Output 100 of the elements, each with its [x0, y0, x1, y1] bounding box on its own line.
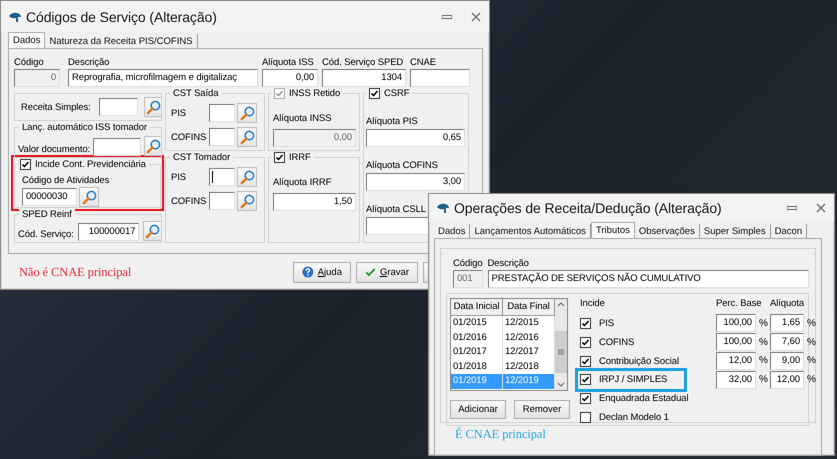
input-field[interactable]: 32,00: [716, 370, 756, 389]
checkbox[interactable]: [20, 159, 31, 170]
input-field[interactable]: [209, 168, 235, 186]
input-field[interactable]: 100,00: [716, 314, 756, 332]
field-label: Código de Atividades: [22, 174, 110, 187]
remove-button[interactable]: Remover: [514, 400, 570, 419]
checkbox[interactable]: [274, 152, 285, 163]
help-button[interactable]: Ajuda: [293, 262, 351, 282]
scroll-up-icon[interactable]: [557, 302, 565, 307]
field-label: Alíquota ISS: [262, 56, 315, 69]
app-icon: [8, 10, 22, 22]
input-field[interactable]: PRESTAÇÃO DE SERVIÇOS NÃO CUMULATIVO: [488, 270, 809, 288]
close-icon[interactable]: [816, 203, 826, 213]
tab[interactable]: Dados: [434, 224, 470, 238]
tab[interactable]: Dados: [8, 32, 46, 48]
input-field[interactable]: 00000030: [22, 188, 77, 206]
input-field[interactable]: 1,65: [770, 314, 804, 332]
checkbox-label: Incide Cont. Previdenciária: [35, 158, 146, 171]
minimize-icon[interactable]: [442, 14, 452, 18]
field-label: COFINS: [171, 130, 207, 144]
checkbox-label: IRRF: [289, 151, 311, 164]
lookup-button[interactable]: [79, 187, 99, 207]
column-header: Incide: [580, 298, 606, 309]
checkbox[interactable]: [580, 356, 591, 366]
input-field[interactable]: 12,00: [716, 352, 756, 370]
help-icon: [302, 265, 314, 279]
search-icon: [240, 194, 254, 208]
input-field[interactable]: 1,50: [273, 193, 356, 211]
tab[interactable]: Natureza da Receita PIS/COFINS: [45, 34, 198, 48]
scroll-thumb[interactable]: [555, 330, 567, 372]
input-field[interactable]: 100000017: [78, 223, 140, 241]
input-field[interactable]: 0,00: [262, 69, 318, 87]
lookup-button[interactable]: [237, 127, 257, 147]
tab[interactable]: Tributos: [590, 222, 635, 238]
field-label: Cód. Serviço SPED: [322, 56, 404, 69]
input-field[interactable]: Reprografia, microfilmagem e digitalizaç: [68, 69, 258, 87]
field-label: COFINS: [171, 194, 207, 208]
checkbox[interactable]: [580, 374, 591, 386]
checkbox[interactable]: [369, 88, 380, 99]
input-field[interactable]: [410, 69, 470, 87]
scroll-down-icon[interactable]: [557, 382, 565, 387]
input-field[interactable]: 3,00: [366, 173, 465, 191]
checkbox-label: INSS Retido: [289, 87, 340, 100]
checkbox[interactable]: [580, 336, 591, 348]
input-field[interactable]: [209, 128, 235, 146]
save-button[interactable]: Gravar: [356, 262, 418, 282]
field-label: Cód. Serviço:: [18, 228, 74, 241]
field-label: PIS: [171, 170, 188, 184]
field-label: Alíquota COFINS: [366, 159, 438, 172]
input-field[interactable]: 12,00: [770, 370, 804, 389]
lookup-button[interactable]: [237, 103, 257, 123]
field-label: Código: [14, 56, 45, 69]
input-field[interactable]: [93, 138, 142, 156]
tab[interactable]: Super Simples: [700, 224, 771, 238]
input-field[interactable]: 1304: [322, 69, 406, 87]
input-field[interactable]: 7,60: [770, 333, 804, 352]
checkbox-label: CSRF: [384, 87, 410, 100]
lookup-button[interactable]: [144, 136, 162, 156]
scrollbar[interactable]: [555, 299, 567, 390]
field-label: Valor documento:: [18, 143, 90, 156]
tab[interactable]: Observações: [634, 224, 700, 238]
search-icon: [146, 100, 161, 114]
lookup-button[interactable]: [143, 221, 162, 241]
table-cell: 01/2017: [451, 345, 503, 360]
table-cell: 01/2015: [451, 316, 503, 331]
input-field[interactable]: [99, 98, 138, 116]
checkbox-label: IRPJ / SIMPLES: [599, 374, 668, 386]
lookup-button[interactable]: [237, 167, 257, 187]
lookup-button[interactable]: [144, 97, 162, 117]
unit-label: %: [807, 355, 816, 366]
search-icon: [145, 224, 160, 238]
search-icon: [146, 138, 161, 154]
field-label: Alíquota INSS: [273, 112, 332, 125]
column-header[interactable]: Data Final: [503, 299, 555, 315]
checkbox-label: Enquadrada Estadual: [599, 393, 688, 404]
table-cell: 01/2019: [451, 374, 503, 389]
lookup-button[interactable]: [237, 191, 257, 211]
tab[interactable]: Dacon: [770, 224, 808, 238]
input-field[interactable]: [209, 192, 235, 210]
checkbox[interactable]: [580, 393, 591, 404]
input-field[interactable]: [209, 104, 235, 122]
search-icon: [240, 106, 254, 120]
input-field[interactable]: 9,00: [770, 352, 804, 370]
minimize-icon[interactable]: [787, 206, 797, 210]
checkbox-label: PIS: [599, 318, 614, 329]
checkbox[interactable]: [580, 318, 591, 329]
unit-label: %: [759, 336, 768, 348]
close-icon[interactable]: [471, 12, 481, 22]
checkbox[interactable]: [580, 412, 591, 423]
field-label: Descrição: [68, 56, 110, 69]
add-button[interactable]: Adicionar: [450, 400, 506, 419]
input-field[interactable]: 100,00: [716, 333, 756, 352]
field-label: CNAE: [410, 56, 437, 69]
group-title: Lanç. automático ISS tomador: [19, 121, 150, 134]
checkbox-label: Contribuição Social: [599, 356, 679, 366]
unit-label: %: [759, 318, 768, 329]
column-header[interactable]: Data Inicial: [451, 299, 503, 315]
input-field[interactable]: 0,65: [366, 129, 465, 147]
app-icon: [436, 202, 450, 214]
column-header: Alíquota: [770, 298, 806, 309]
